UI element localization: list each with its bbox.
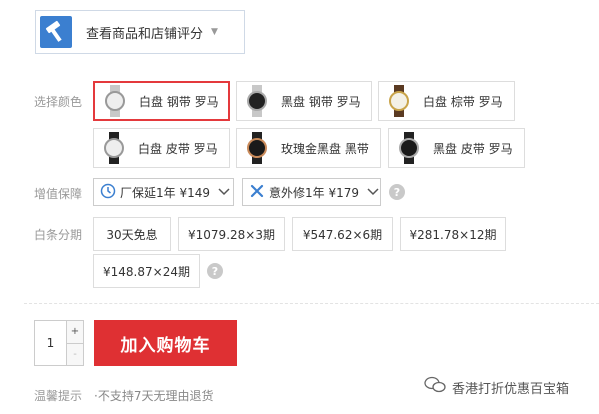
store-score-dropdown[interactable]: 查看商品和店铺评分 ▼ [35, 10, 245, 54]
service-row-label: 增值保障 [34, 187, 83, 201]
quantity-increase-button[interactable]: + [67, 321, 83, 343]
watch-thumbnail-icon [395, 132, 423, 164]
watch-thumbnail-icon [101, 85, 129, 117]
color-option-label: 白盘 钢带 罗马 [139, 94, 219, 109]
chevron-down-icon: ▼ [211, 27, 218, 37]
quantity-input[interactable]: 1 [35, 321, 66, 365]
color-option[interactable]: 白盘 皮带 罗马 [93, 128, 230, 168]
watch-thumbnail-icon [243, 132, 271, 164]
color-option-label: 玫瑰金黑盘 黑带 [281, 141, 369, 156]
installment-option[interactable]: ¥547.62×6期 [292, 217, 393, 251]
help-icon[interactable]: ? [389, 184, 405, 200]
installment-option[interactable]: 30天免息 [93, 217, 171, 251]
color-option[interactable]: 玫瑰金黑盘 黑带 [236, 128, 381, 168]
tip-text: ·不支持7天无理由退货 [94, 389, 214, 403]
chevron-down-icon [218, 185, 230, 199]
warranty-extension-select[interactable]: 厂保延1年 ¥149 [93, 178, 234, 206]
color-option-label: 黑盘 皮带 罗马 [433, 141, 513, 156]
warranty-label: 厂保延1年 ¥149 [120, 185, 210, 200]
help-icon[interactable]: ? [207, 263, 223, 279]
installment-option[interactable]: ¥148.87×24期 [93, 254, 200, 288]
installment-option[interactable]: ¥281.78×12期 [400, 217, 506, 251]
wechat-icon [424, 376, 446, 398]
color-option-label: 白盘 棕带 罗马 [423, 94, 503, 109]
tip-label: 温馨提示 [34, 389, 83, 403]
installment-option[interactable]: ¥1079.28×3期 [178, 217, 285, 251]
watermark-text: 香港打折优惠百宝箱 [452, 381, 570, 397]
watch-thumbnail-icon [385, 85, 413, 117]
watch-thumbnail-icon [243, 85, 271, 117]
clock-icon [100, 183, 116, 202]
color-row-label: 选择颜色 [34, 95, 83, 109]
add-to-cart-button[interactable]: 加入购物车 [94, 320, 237, 366]
installment-row-label: 白条分期 [34, 228, 83, 242]
watermark: 香港打折优惠百宝箱 [424, 376, 569, 398]
tools-icon [249, 183, 265, 202]
accident-label: 意外修1年 ¥179 [269, 185, 359, 200]
quantity-stepper[interactable]: 1 + - [34, 320, 84, 366]
color-option[interactable]: 白盘 钢带 罗马 [93, 81, 230, 121]
color-option-label: 黑盘 钢带 罗马 [281, 94, 361, 109]
color-option[interactable]: 白盘 棕带 罗马 [378, 81, 515, 121]
watch-thumbnail-icon [100, 132, 128, 164]
jd-logo-icon [40, 16, 72, 48]
color-option-label: 白盘 皮带 罗马 [138, 141, 218, 156]
color-option[interactable]: 黑盘 皮带 罗马 [388, 128, 525, 168]
color-option[interactable]: 黑盘 钢带 罗马 [236, 81, 372, 121]
chevron-down-icon [367, 185, 379, 199]
accident-repair-select[interactable]: 意外修1年 ¥179 [242, 178, 381, 206]
section-divider [24, 303, 599, 304]
score-button-label: 查看商品和店铺评分 [86, 26, 204, 42]
quantity-decrease-button[interactable]: - [67, 342, 83, 365]
